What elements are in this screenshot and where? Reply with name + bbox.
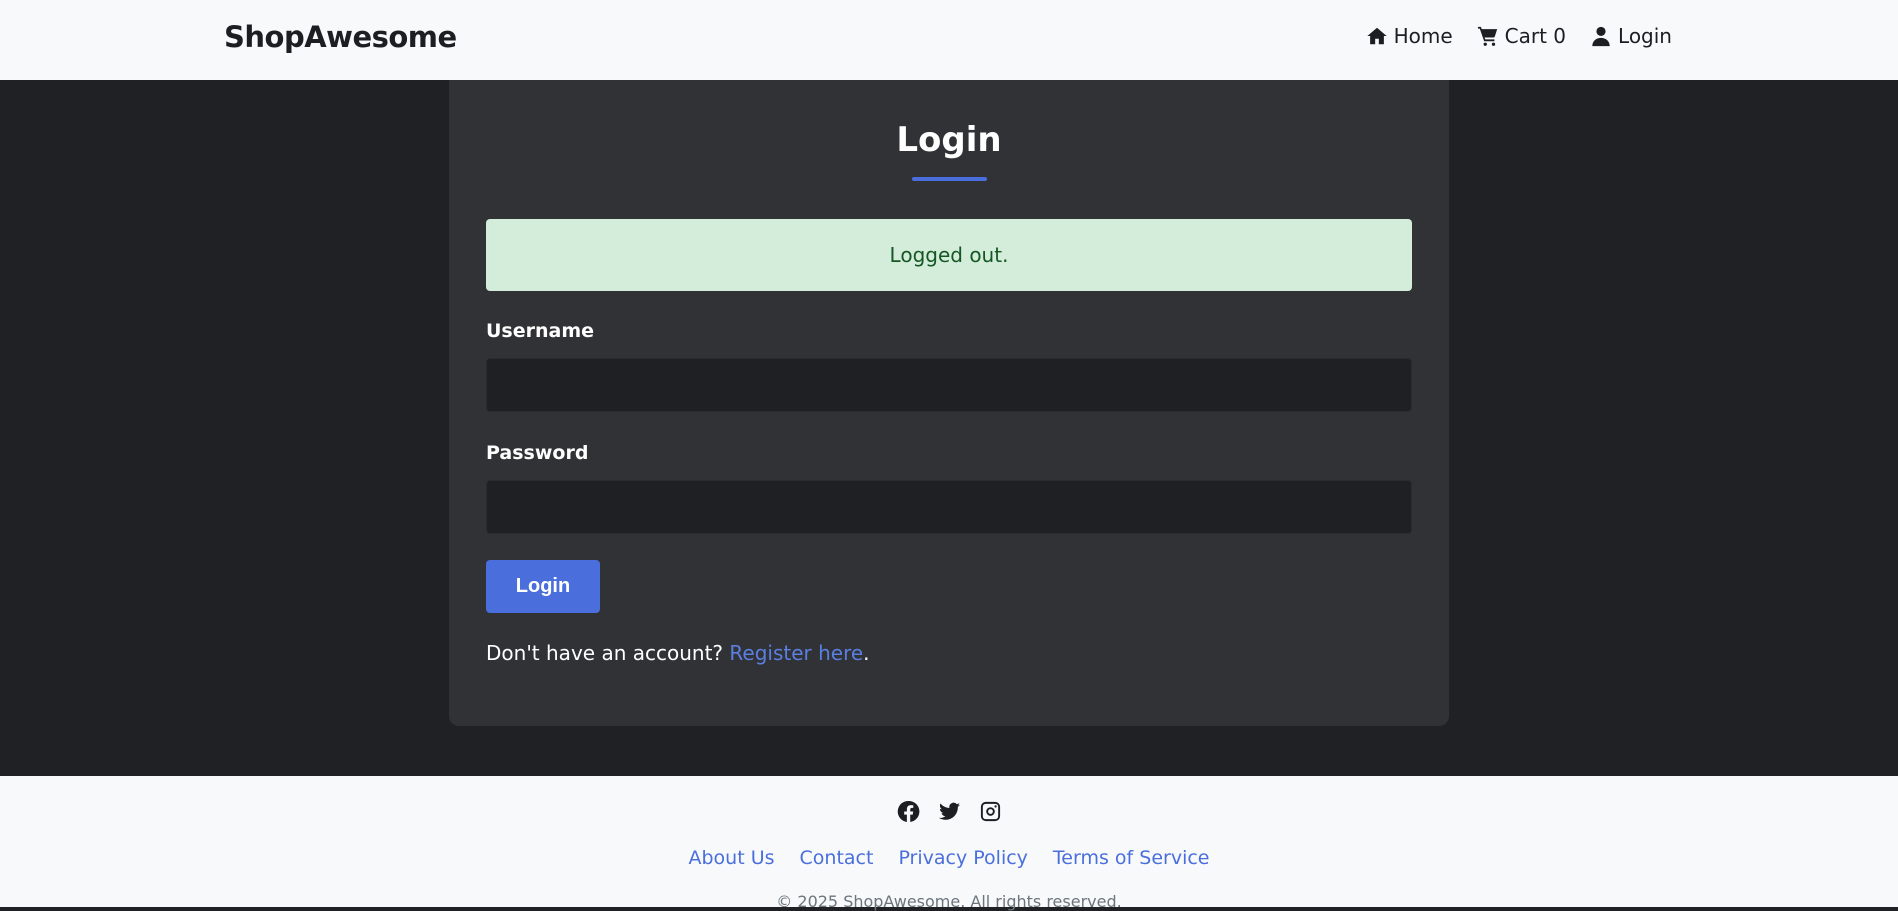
instagram-icon[interactable] (979, 800, 1002, 823)
password-input[interactable] (486, 480, 1412, 534)
top-navbar: ShopAwesome Home Cart 0 Login (0, 0, 1898, 80)
register-suffix-text: . (863, 641, 870, 665)
twitter-icon[interactable] (938, 800, 961, 823)
home-icon (1366, 27, 1387, 45)
nav-login-link[interactable]: Login (1590, 24, 1672, 48)
footer-link-contact[interactable]: Contact (800, 847, 874, 869)
username-input[interactable] (486, 358, 1412, 412)
nav-links: Home Cart 0 Login (1366, 24, 1672, 48)
register-prompt: Don't have an account? Register here. (486, 641, 870, 665)
nav-home-label: Home (1393, 24, 1453, 48)
brand-logo[interactable]: ShopAwesome (224, 20, 457, 54)
nav-cart-link[interactable]: Cart 0 (1477, 24, 1566, 48)
user-icon (1592, 26, 1610, 47)
footer-link-about[interactable]: About Us (688, 847, 774, 869)
cart-icon (1477, 26, 1497, 46)
footer-link-terms[interactable]: Terms of Service (1053, 847, 1210, 869)
footer-link-privacy[interactable]: Privacy Policy (898, 847, 1027, 869)
nav-home-link[interactable]: Home (1366, 24, 1453, 48)
register-link[interactable]: Register here (729, 641, 863, 665)
main-content: Login Logged out. Username Password Logi… (0, 80, 1898, 776)
page-title: Login (896, 120, 1002, 160)
copyright-text: © 2025 ShopAwesome. All rights reserved. (776, 892, 1122, 911)
nav-login-label: Login (1618, 24, 1672, 48)
facebook-icon[interactable] (897, 800, 920, 823)
social-links (0, 800, 1898, 823)
login-card: Login Logged out. Username Password Logi… (449, 80, 1449, 726)
site-footer: About Us Contact Privacy Policy Terms of… (0, 776, 1898, 911)
username-label: Username (486, 320, 595, 342)
password-label: Password (486, 442, 589, 464)
logout-alert: Logged out. (486, 219, 1412, 291)
footer-links: About Us Contact Privacy Policy Terms of… (0, 847, 1898, 869)
nav-cart-label: Cart 0 (1504, 24, 1567, 48)
register-prefix-text: Don't have an account? (486, 641, 730, 665)
title-underline (912, 177, 987, 181)
login-button[interactable]: Login (486, 560, 600, 613)
